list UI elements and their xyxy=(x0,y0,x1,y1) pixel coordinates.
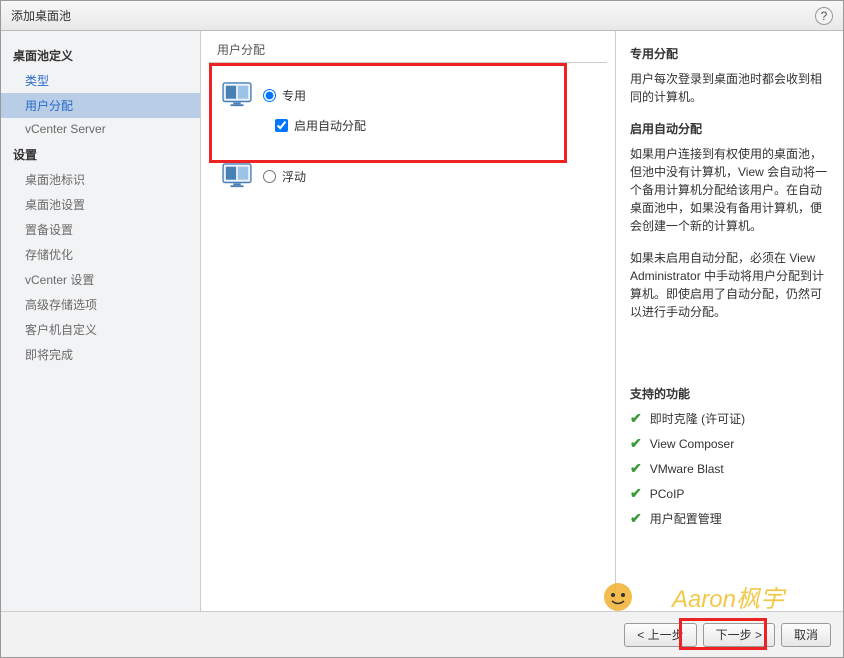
check-icon: ✔ xyxy=(630,410,642,427)
titlebar: 添加桌面池 ? xyxy=(1,1,843,31)
sidebar-item-vcenter-settings[interactable]: vCenter 设置 xyxy=(1,267,200,292)
checkbox-auto-assign-label: 启用自动分配 xyxy=(294,117,366,134)
feature-vmware-blast: ✔ VMware Blast xyxy=(630,460,829,477)
sidebar-item-vcenter-server[interactable]: vCenter Server xyxy=(1,118,200,140)
rp-heading-dedicated: 专用分配 xyxy=(630,45,829,62)
feature-user-config: ✔ 用户配置管理 xyxy=(630,510,829,527)
center-panel: 用户分配 专用 启用 xyxy=(201,31,615,611)
window-title: 添加桌面池 xyxy=(11,7,815,24)
feature-label: VMware Blast xyxy=(650,462,724,476)
option-dedicated: 专用 xyxy=(221,81,607,109)
feature-label: PCoIP xyxy=(650,487,685,501)
rp-para-auto2: 如果未启用自动分配，必须在 View Administrator 中手动将用户分… xyxy=(630,249,829,321)
sidebar-item-guest-custom[interactable]: 客户机自定义 xyxy=(1,317,200,342)
right-panel: 专用分配 用户每次登录到桌面池时都会收到相同的计算机。 启用自动分配 如果用户连… xyxy=(615,31,843,611)
rp-heading-auto: 启用自动分配 xyxy=(630,120,829,137)
radio-dedicated-input[interactable] xyxy=(263,89,276,102)
checkbox-auto-assign-input[interactable] xyxy=(275,119,288,132)
sidebar-section-settings: 设置 xyxy=(1,140,200,167)
option-floating: 浮动 xyxy=(221,162,607,190)
feature-view-composer: ✔ View Composer xyxy=(630,435,829,452)
feature-label: 即时克隆 (许可证) xyxy=(650,410,745,427)
rp-para-auto1: 如果用户连接到有权使用的桌面池，但池中没有计算机，View 会自动将一个备用计算… xyxy=(630,145,829,235)
next-button[interactable]: 下一步 > xyxy=(703,623,775,647)
rp-para-dedicated: 用户每次登录到桌面池时都会收到相同的计算机。 xyxy=(630,70,829,106)
back-button[interactable]: < 上一步 xyxy=(624,623,696,647)
feature-label: 用户配置管理 xyxy=(650,510,722,527)
highlight-box-dedicated xyxy=(209,63,567,163)
center-heading: 用户分配 xyxy=(209,41,607,63)
feature-instant-clone: ✔ 即时克隆 (许可证) xyxy=(630,410,829,427)
sidebar-item-type[interactable]: 类型 xyxy=(1,68,200,93)
sidebar-item-provisioning[interactable]: 置备设置 xyxy=(1,217,200,242)
checkbox-auto-assign[interactable]: 启用自动分配 xyxy=(275,117,607,134)
sidebar-item-ready-complete[interactable]: 即将完成 xyxy=(1,342,200,367)
help-icon[interactable]: ? xyxy=(815,7,833,25)
sidebar-section-definition: 桌面池定义 xyxy=(1,41,200,68)
sidebar: 桌面池定义 类型 用户分配 vCenter Server 设置 桌面池标识 桌面… xyxy=(1,31,201,611)
radio-floating-label: 浮动 xyxy=(282,168,306,185)
sidebar-item-adv-storage[interactable]: 高级存储选项 xyxy=(1,292,200,317)
rp-heading-features: 支持的功能 xyxy=(630,385,829,402)
feature-label: View Composer xyxy=(650,437,734,451)
radio-dedicated-label: 专用 xyxy=(282,87,306,104)
sidebar-item-storage-opt[interactable]: 存储优化 xyxy=(1,242,200,267)
radio-floating-input[interactable] xyxy=(263,170,276,183)
check-icon: ✔ xyxy=(630,485,642,502)
sidebar-item-pool-id[interactable]: 桌面池标识 xyxy=(1,167,200,192)
sidebar-item-user-assignment[interactable]: 用户分配 xyxy=(1,93,200,118)
sidebar-item-pool-settings[interactable]: 桌面池设置 xyxy=(1,192,200,217)
feature-pcoip: ✔ PCoIP xyxy=(630,485,829,502)
check-icon: ✔ xyxy=(630,510,642,527)
radio-dedicated[interactable]: 专用 xyxy=(263,87,306,104)
watermark-avatar-icon xyxy=(602,581,634,616)
cancel-button[interactable]: 取消 xyxy=(781,623,831,647)
check-icon: ✔ xyxy=(630,460,642,477)
footer: < 上一步 下一步 > 取消 xyxy=(1,611,843,657)
desktop-monitor-icon xyxy=(221,81,253,109)
desktop-monitor-icon xyxy=(221,162,253,190)
check-icon: ✔ xyxy=(630,435,642,452)
radio-floating[interactable]: 浮动 xyxy=(263,168,306,185)
